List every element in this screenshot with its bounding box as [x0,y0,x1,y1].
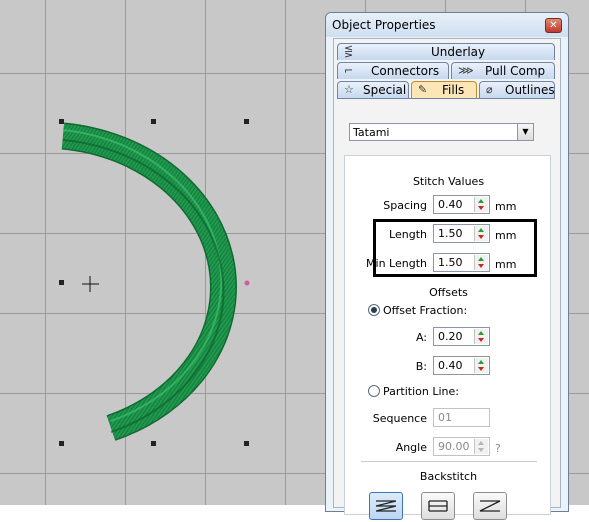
offset-b-stepper[interactable]: 0.40 [433,356,490,375]
title-bar[interactable]: Object Properties ✕ [326,13,568,37]
paint-bucket-icon: ✎ [418,83,428,96]
spin-icon[interactable] [474,226,488,241]
outlines-icon: ⌀ [486,83,493,96]
pull-comp-icon: ⋙ [458,64,474,77]
offset-b-value: 0.40 [438,359,463,372]
spin-icon[interactable] [474,439,488,454]
connectors-icon: ⌐ [344,64,354,77]
offsets-heading: Offsets [429,286,468,299]
stitch-point-marker [244,280,250,286]
angle-suffix: ? [495,442,501,455]
angle-stepper[interactable]: 90.00 [433,437,490,456]
underlay-icon: ⋚ [344,45,354,58]
spacing-value: 0.40 [438,198,463,211]
min-length-value: 1.50 [438,256,463,269]
spin-icon[interactable] [474,358,488,373]
tab-underlay[interactable]: ⋚ Underlay [337,43,555,60]
backstitch-option-2-button[interactable] [421,492,455,520]
crosshair-cursor-icon [82,276,99,292]
partition-line-radio[interactable] [368,385,380,397]
backstitch-heading: Backstitch [419,470,478,483]
object-properties-window: Object Properties ✕ ⋚ Underlay ⌐ Connect… [325,12,569,520]
length-unit: mm [495,229,517,242]
offset-fraction-radio[interactable] [368,304,380,316]
star-icon: ☆ [344,83,354,96]
close-button[interactable]: ✕ [545,18,562,33]
backstitch-option-1-button[interactable] [369,492,403,520]
backstitch-parallel-icon [428,500,448,512]
tab-outlines[interactable]: ⌀ Outlines [479,81,555,98]
length-value: 1.50 [438,227,463,240]
backstitch-diagonal-icon [479,500,501,512]
offset-a-stepper[interactable]: 0.20 [433,327,490,346]
window-title: Object Properties [332,18,436,32]
angle-value: 90.00 [438,440,470,453]
sequence-field[interactable]: 01 [433,408,490,427]
spin-icon[interactable] [474,197,488,212]
backstitch-zigzag-icon [375,500,397,512]
offset-b-label: B: [415,360,427,373]
length-label: Length [389,228,427,241]
spin-icon[interactable] [474,329,488,344]
length-stepper[interactable]: 1.50 [433,224,490,243]
divider [361,461,537,462]
spacing-label: Spacing [383,199,427,212]
spin-icon[interactable] [474,255,488,270]
embroidery-design[interactable] [0,0,330,505]
sequence-label: Sequence [372,412,427,425]
stitch-values-heading: Stitch Values [412,175,485,188]
min-length-label: Min Length [366,257,427,270]
chevron-down-icon[interactable]: ▼ [517,124,533,140]
sequence-value: 01 [438,411,452,424]
spacing-unit: mm [495,200,517,213]
spacing-stepper[interactable]: 0.40 [433,195,490,214]
angle-label: Angle [395,441,427,454]
partition-line-label: Partition Line: [383,385,459,398]
offset-fraction-label: Offset Fraction: [383,304,468,317]
fill-type-select[interactable]: Tatami ▼ [349,123,534,141]
tab-divider [337,98,555,99]
min-length-unit: mm [495,258,517,271]
tab-pull-comp[interactable]: ⋙ Pull Comp [451,62,555,79]
backstitch-option-3-button[interactable] [473,492,507,520]
properties-content: ⋚ Underlay ⌐ Connectors ⋙ Pull Comp ☆ Sp… [333,38,561,520]
tab-special[interactable]: ☆ Special [337,81,409,98]
fill-type-value: Tatami [353,126,390,139]
fill-settings-group: Stitch Values Spacing 0.40 mm Length 1.5… [344,155,551,520]
tab-connectors[interactable]: ⌐ Connectors [337,62,449,79]
offset-a-label: A: [415,331,427,344]
tab-fills[interactable]: ✎ Fills [411,81,477,98]
offset-a-value: 0.20 [438,330,463,343]
min-length-stepper[interactable]: 1.50 [433,253,490,272]
